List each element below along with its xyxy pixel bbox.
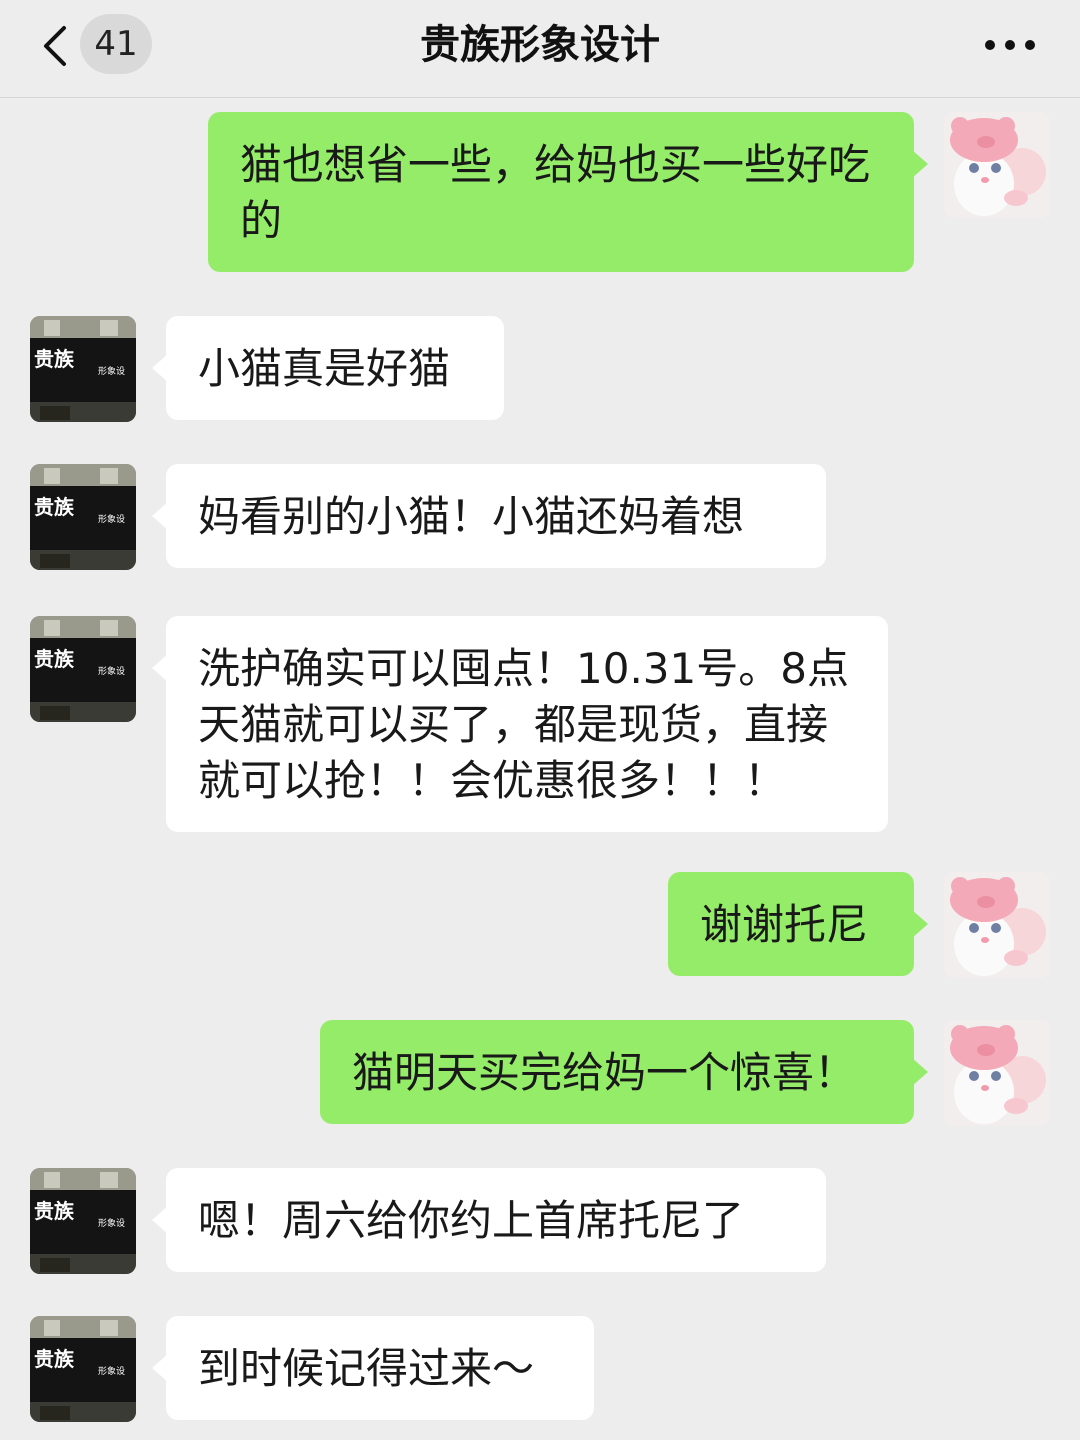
outgoing-message-bubble[interactable]: 猫明天买完给妈一个惊喜！ <box>320 1020 928 1124</box>
svg-text:贵族: 贵族 <box>34 1347 75 1371</box>
my-avatar[interactable] <box>944 1020 1050 1126</box>
outgoing-message-bubble[interactable]: 谢谢托尼 <box>668 872 928 976</box>
shop-avatar[interactable]: 贵族 形象设 <box>30 464 136 570</box>
svg-text:贵族: 贵族 <box>34 647 75 671</box>
incoming-message-bubble[interactable]: 小猫真是好猫 <box>152 316 504 420</box>
svg-text:贵族: 贵族 <box>34 347 75 371</box>
shop-avatar[interactable]: 贵族 形象设 <box>30 1168 136 1274</box>
chat-title: 贵族形象设计 <box>420 22 660 68</box>
incoming-message-bubble[interactable]: 嗯！周六给你约上首席托尼了 <box>152 1168 826 1272</box>
outgoing-message-bubble[interactable]: 猫也想省一些，给妈也买一些好吃的 <box>208 112 928 272</box>
svg-text:贵族: 贵族 <box>34 495 75 519</box>
my-avatar[interactable] <box>944 112 1050 218</box>
back-arrow-icon[interactable] <box>36 24 76 68</box>
incoming-message-bubble[interactable]: 到时候记得过来～ <box>152 1316 594 1420</box>
incoming-message-bubble[interactable]: 妈看别的小猫！小猫还妈着想 <box>152 464 826 568</box>
my-avatar[interactable] <box>944 872 1050 978</box>
svg-text:形象设: 形象设 <box>98 365 125 377</box>
incoming-message-bubble[interactable]: 洗护确实可以囤点！10.31号。8点天猫就可以买了，都是现货，直接就可以抢！！会… <box>152 616 888 832</box>
svg-text:形象设: 形象设 <box>98 1217 125 1229</box>
svg-text:贵族: 贵族 <box>34 1199 75 1223</box>
svg-text:形象设: 形象设 <box>98 513 125 525</box>
svg-text:形象设: 形象设 <box>98 665 125 677</box>
shop-avatar[interactable]: 贵族 形象设 <box>30 1316 136 1422</box>
chat-header: 41 贵族形象设计 <box>0 0 1080 98</box>
more-options-icon[interactable] <box>980 30 1040 60</box>
svg-text:形象设: 形象设 <box>98 1365 125 1377</box>
shop-avatar[interactable]: 贵族 形象设 <box>30 316 136 422</box>
unread-count-badge[interactable]: 41 <box>80 14 152 74</box>
shop-avatar[interactable]: 贵族 形象设 <box>30 616 136 722</box>
